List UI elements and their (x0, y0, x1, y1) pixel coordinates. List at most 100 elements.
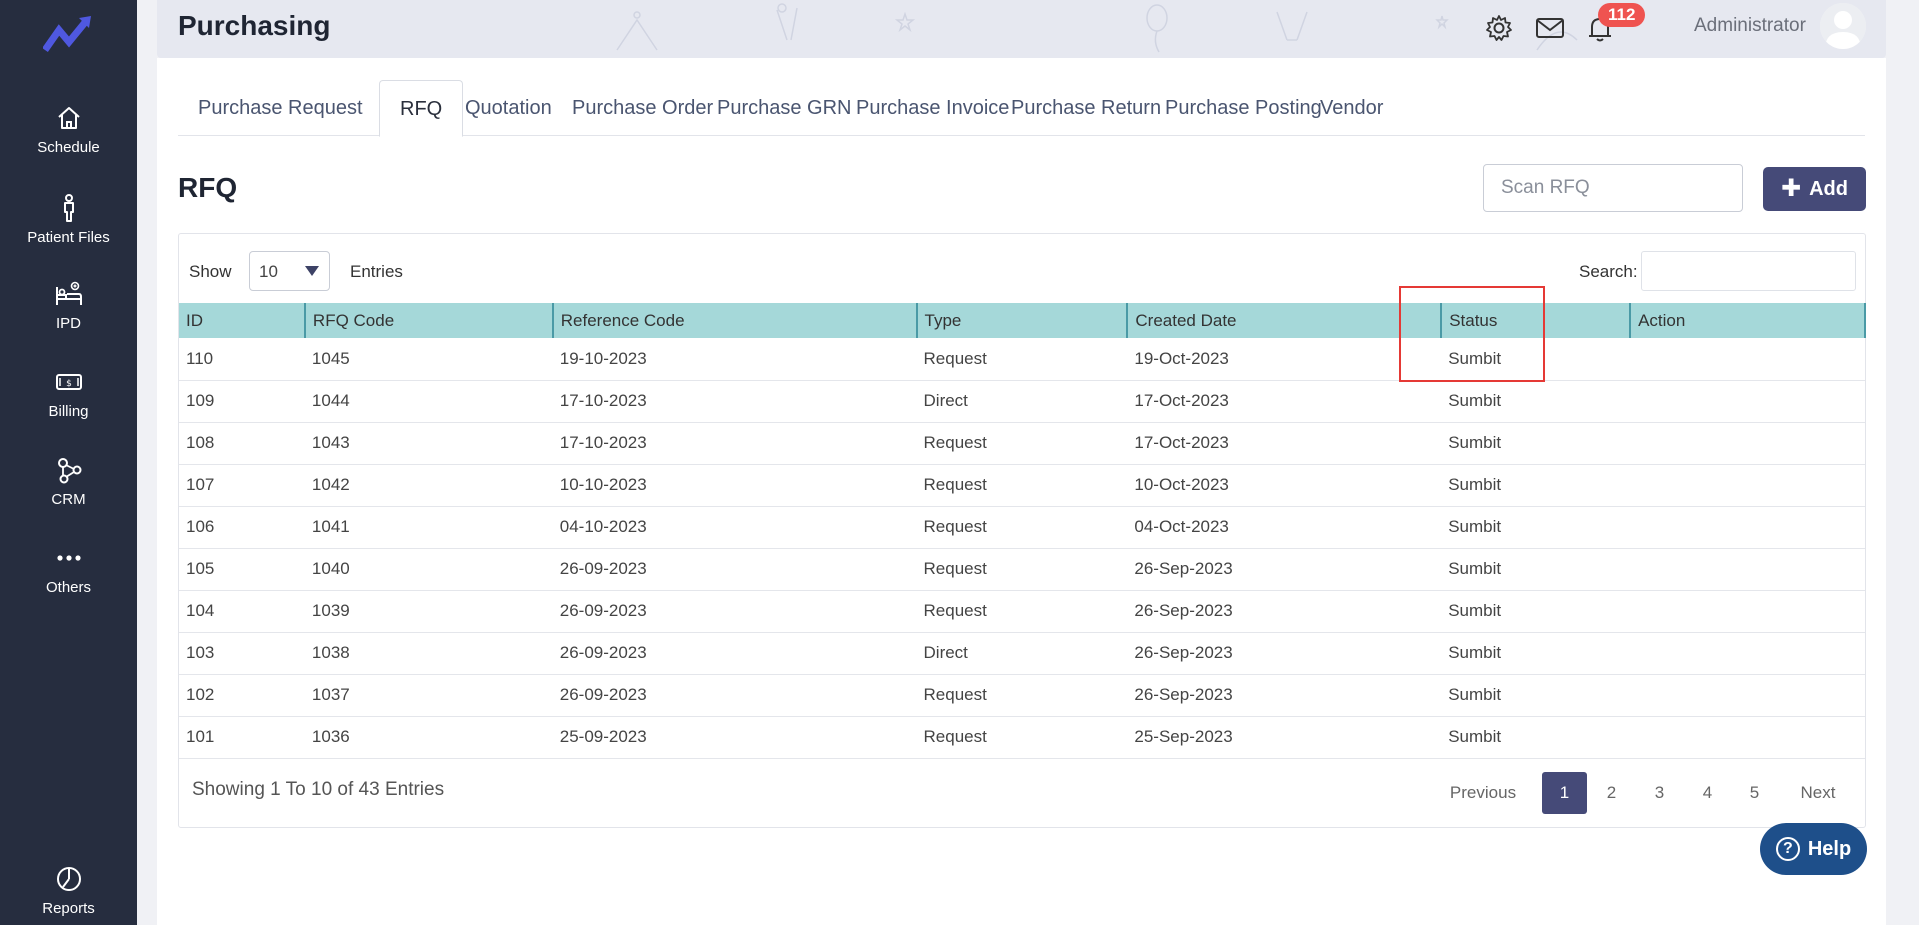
cell-status: Sumbit (1448, 727, 1502, 746)
cell-action[interactable] (1630, 464, 1865, 506)
cell-id: 101 (186, 727, 215, 746)
cell-status: Sumbit (1448, 517, 1502, 536)
bed-icon (54, 279, 84, 309)
cell-status: Sumbit (1448, 391, 1502, 410)
cell-type: Request (923, 433, 987, 452)
column-header-rfq-code[interactable]: RFQ Code (304, 303, 554, 338)
table-row[interactable]: 106 1041 04-10-2023 Request 04-Oct-2023 Sumbi… (179, 506, 1865, 548)
home-icon (54, 103, 84, 133)
table-row[interactable]: 102 1037 26-09-2023 Request 26-Sep-2023 Sumbi… (179, 674, 1865, 716)
cell-action[interactable] (1630, 590, 1865, 632)
cell-action[interactable] (1630, 716, 1865, 758)
cell-reference-code: 10-10-2023 (559, 475, 647, 494)
cell-created-date: 25-Sep-2023 (1134, 727, 1233, 746)
cell-created-date: 10-Oct-2023 (1134, 475, 1229, 494)
mail-envelope-icon[interactable] (1534, 12, 1566, 44)
cell-reference-code: 26-09-2023 (559, 685, 647, 704)
tab-vendor[interactable]: Vendor (1300, 80, 1403, 136)
header-decoration (616, 3, 1578, 53)
pagination-page-3[interactable]: 3 (1637, 772, 1682, 814)
column-header-id[interactable]: ID (179, 303, 306, 338)
more-icon (54, 543, 84, 573)
cell-id: 102 (186, 685, 215, 704)
sidebar-item-schedule[interactable]: Schedule (0, 103, 137, 156)
sidebar-item-ipd[interactable]: IPD (0, 279, 137, 332)
rfq-table: ID RFQ Code Reference Code Type Created … (179, 303, 1866, 759)
sidebar-item-others[interactable]: Others (0, 543, 137, 596)
settings-gear-icon[interactable] (1483, 12, 1515, 44)
purchasing-tabs: Purchase Request RFQ Quotation Purchase … (178, 80, 1865, 137)
cell-rfq-code: 1039 (311, 601, 350, 620)
entries-per-page-select[interactable]: 10 (249, 251, 330, 291)
cell-type: Request (923, 475, 987, 494)
scan-rfq-input[interactable] (1483, 164, 1743, 212)
cell-rfq-code: 1041 (311, 517, 350, 536)
cell-rfq-code: 1044 (311, 391, 350, 410)
user-avatar[interactable] (1820, 3, 1866, 49)
cell-type: Direct (923, 391, 968, 410)
cell-created-date: 26-Sep-2023 (1134, 643, 1233, 662)
table-row[interactable]: 108 1043 17-10-2023 Request 17-Oct-2023 Sumbi… (179, 422, 1865, 464)
user-name[interactable]: Administrator (1694, 15, 1806, 37)
sidebar-item-label: Others (45, 579, 91, 596)
scrollbar-track[interactable] (1886, 0, 1919, 925)
cell-reference-code: 26-09-2023 (559, 559, 647, 578)
sidebar-item-billing[interactable]: $ Billing (0, 367, 137, 420)
cell-rfq-code: 1038 (311, 643, 350, 662)
cell-type: Request (923, 727, 987, 746)
cell-status: Sumbit (1448, 601, 1502, 620)
top-header: Purchasing 112 Administrator (157, 0, 1886, 58)
cell-status: Sumbit (1448, 475, 1502, 494)
add-button[interactable]: ✚ Add (1763, 167, 1866, 211)
cell-id: 108 (186, 433, 215, 452)
pagination-next[interactable]: Next (1788, 772, 1848, 814)
table-header-row: ID RFQ Code Reference Code Type Created … (179, 303, 1866, 338)
cell-reference-code: 26-09-2023 (559, 643, 647, 662)
sidebar-item-crm[interactable]: CRM (0, 455, 137, 508)
help-button[interactable]: ? Help (1760, 823, 1867, 875)
column-header-type[interactable]: Type (916, 303, 1129, 338)
cell-rfq-code: 1042 (311, 475, 350, 494)
pagination-page-4[interactable]: 4 (1685, 772, 1730, 814)
sidebar-item-reports[interactable]: Reports (0, 864, 137, 917)
sidebar-item-label: Schedule (37, 139, 100, 156)
table-row[interactable]: 110 1045 19-10-2023 Request 19-Oct-2023 Sumbi… (179, 338, 1865, 380)
sidebar-item-label: Billing (48, 403, 89, 420)
app-logo-icon[interactable] (42, 14, 93, 54)
table-row[interactable]: 105 1040 26-09-2023 Request 26-Sep-2023 Sumbi… (179, 548, 1865, 590)
table-row[interactable]: 109 1044 17-10-2023 Direct 17-Oct-2023 Sumbit (179, 380, 1865, 422)
show-label: Show (189, 262, 232, 281)
table-search-input[interactable] (1641, 251, 1856, 291)
cell-action[interactable] (1630, 506, 1865, 548)
pagination-previous[interactable]: Previous (1446, 772, 1520, 814)
cell-action[interactable] (1630, 674, 1865, 716)
pagination-page-5[interactable]: 5 (1732, 772, 1777, 814)
pagination-page-1[interactable]: 1 (1542, 772, 1587, 814)
cell-action[interactable] (1630, 338, 1865, 380)
sidebar: Schedule Patient Files IPD $ Billing CRM… (0, 0, 137, 925)
plus-icon: ✚ (1781, 175, 1802, 202)
cell-action[interactable] (1630, 380, 1865, 422)
cell-action[interactable] (1630, 422, 1865, 464)
table-row[interactable]: 107 1042 10-10-2023 Request 10-Oct-2023 Sumbi… (179, 464, 1865, 506)
cell-type: Request (923, 517, 987, 536)
tab-purchase-request[interactable]: Purchase Request (178, 80, 383, 136)
cell-type: Request (923, 348, 987, 368)
sidebar-item-patient-files[interactable]: Patient Files (0, 193, 137, 246)
cell-action[interactable] (1630, 548, 1865, 590)
cell-created-date: 17-Oct-2023 (1134, 433, 1229, 452)
cell-rfq-code: 1045 (311, 348, 350, 368)
person-icon (54, 193, 84, 223)
entries-label: Entries (350, 262, 403, 281)
table-row[interactable]: 101 1036 25-09-2023 Request 25-Sep-2023 Sumbi… (179, 716, 1865, 758)
column-header-created-date[interactable]: Created Date (1127, 303, 1443, 338)
status-column-highlight (1399, 286, 1545, 382)
table-row[interactable]: 104 1039 26-09-2023 Request 26-Sep-2023 Sumbi… (179, 590, 1865, 632)
column-header-reference-code[interactable]: Reference Code (552, 303, 918, 338)
notification-count-badge[interactable]: 112 (1598, 3, 1646, 27)
cell-id: 107 (186, 475, 215, 494)
column-header-action[interactable]: Action (1630, 303, 1866, 338)
table-row[interactable]: 103 1038 26-09-2023 Direct 26-Sep-2023 Sumbit (179, 632, 1865, 674)
pagination-page-2[interactable]: 2 (1589, 772, 1634, 814)
cell-action[interactable] (1630, 632, 1865, 674)
